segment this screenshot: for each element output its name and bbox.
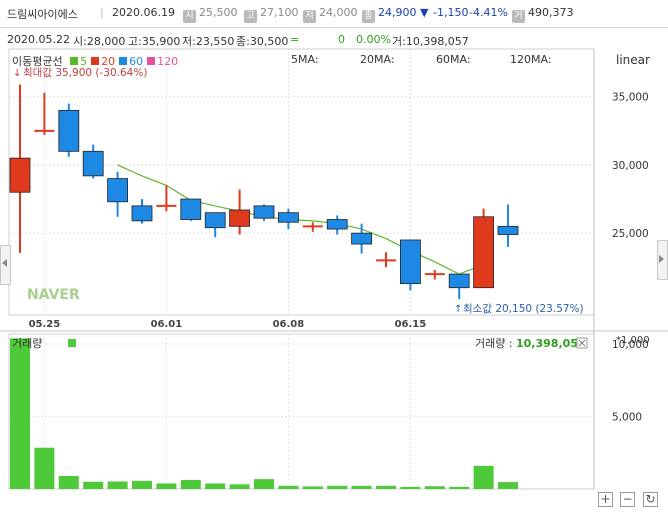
volume-bar	[498, 482, 518, 489]
candle-body	[399, 239, 421, 285]
volume-bar	[107, 481, 128, 489]
candle-body	[497, 225, 519, 235]
refresh-icon: ↻	[645, 492, 656, 506]
max-annotation-text: 최대값 35,900 (-30.64%)	[23, 67, 147, 79]
volume-close-icon[interactable]	[576, 337, 588, 349]
chevron-left-icon	[2, 259, 7, 267]
candle-body	[253, 205, 275, 219]
volume-right-value: 10,398,057	[516, 337, 586, 350]
candle-body	[229, 209, 251, 227]
volume-bar	[424, 486, 445, 489]
naver-watermark: NAVER	[27, 287, 80, 303]
candle-body	[131, 205, 153, 222]
ma5-line	[117, 164, 484, 275]
candle-body	[107, 178, 128, 203]
candle-body	[58, 109, 80, 152]
volume-bar	[83, 481, 104, 489]
volume-bar	[205, 483, 226, 489]
x-tick-label: 06.01	[151, 319, 183, 330]
stock-chart: 35,00030,00025,000 05.25 06.01 06.08 06.15 …	[0, 48, 668, 490]
candle-body	[448, 273, 470, 289]
candle-body	[9, 157, 31, 193]
volume-multiplier: *1,000	[616, 335, 650, 346]
candles	[9, 84, 519, 300]
volume-panel-label: 거래량	[12, 337, 42, 350]
volume-bar	[34, 447, 55, 489]
candle-body	[351, 232, 373, 245]
volume-bar	[400, 486, 421, 489]
zoom-out-button[interactable]: −	[620, 492, 635, 507]
volume-y-tick-label: 5,000	[612, 412, 642, 424]
volume-right-label: 거래량 :	[475, 337, 513, 350]
svg-text:↓: ↓	[13, 68, 21, 79]
volume-bar	[473, 465, 494, 489]
candle-body	[82, 150, 104, 177]
max-annotation: ↓ 최대값 35,900 (-30.64%)	[13, 67, 147, 79]
price-y-ticks: 35,000 30,000 25,000	[612, 92, 649, 240]
price-plot-frame	[8, 48, 595, 316]
min-annotation-text: 최소값 20,150 (23.57%)	[463, 303, 584, 315]
volume-bar	[327, 485, 348, 489]
volume-bar	[449, 486, 470, 489]
candle-body	[204, 212, 226, 229]
volume-bars	[10, 338, 518, 489]
price-y-tick-label: 25,000	[612, 228, 649, 240]
volume-bar	[351, 485, 372, 489]
candle-body	[277, 212, 299, 223]
volume-legend-swatch	[68, 339, 76, 347]
volume-bar	[278, 485, 299, 489]
svg-text:↑: ↑	[454, 304, 462, 315]
volume-bar	[229, 484, 250, 489]
volume-bar	[58, 475, 79, 489]
price-y-tick-label: 30,000	[612, 160, 649, 172]
x-tick-label: 06.08	[273, 319, 305, 330]
min-annotation: ↑ 최소값 20,150 (23.57%)	[454, 303, 584, 315]
chevron-right-icon	[659, 255, 664, 263]
candle-body	[326, 219, 348, 230]
x-tick-label: 05.25	[29, 319, 61, 330]
x-tick-label: 06.15	[395, 319, 427, 330]
price-y-tick-label: 35,000	[612, 92, 649, 104]
refresh-button[interactable]: ↻	[643, 492, 658, 507]
volume-y-ticks: 10,0005,000	[612, 339, 649, 423]
volume-bar	[254, 479, 274, 489]
volume-plot-frame	[8, 333, 595, 490]
volume-bar	[180, 480, 201, 489]
volume-bar	[156, 483, 177, 489]
candle-body	[180, 198, 202, 220]
volume-bar	[10, 338, 30, 489]
candle-body	[473, 216, 495, 289]
volume-bar	[132, 480, 152, 489]
volume-bar	[302, 486, 323, 489]
x-ticks: 05.25 06.01 06.08 06.15	[29, 319, 427, 330]
volume-bar	[376, 485, 396, 489]
zoom-in-button[interactable]: +	[598, 492, 613, 507]
grid-lines	[9, 49, 594, 489]
